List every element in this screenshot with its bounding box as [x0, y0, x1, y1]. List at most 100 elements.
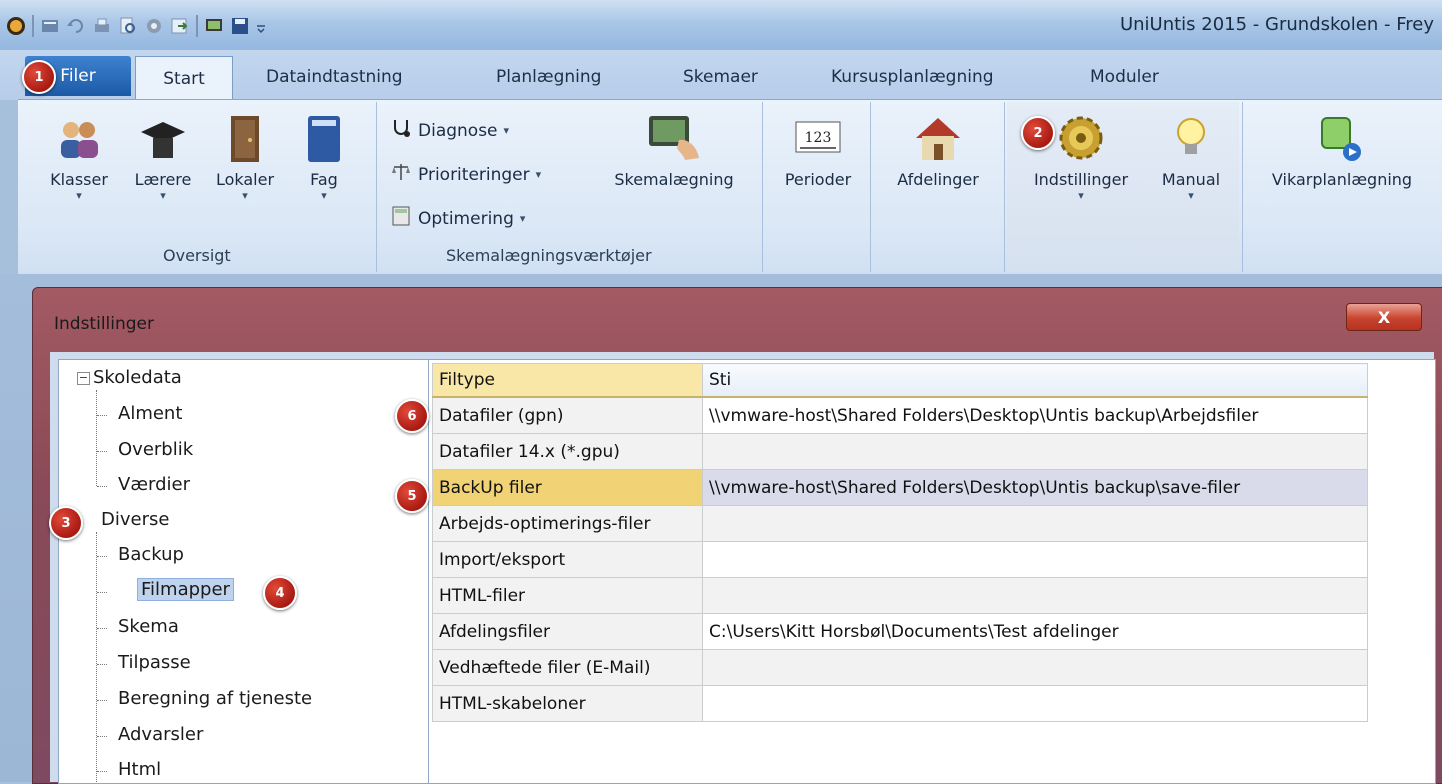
path-cell[interactable]: C:\Users\Kitt Horsbøl\Documents\Test afd…	[702, 613, 1368, 650]
export-icon[interactable]	[170, 16, 190, 36]
path-cell[interactable]: \\vmware-host\Shared Folders\Desktop\Unt…	[702, 469, 1368, 506]
tree-line	[96, 532, 97, 782]
print-icon[interactable]	[92, 16, 112, 36]
stethoscope-icon	[390, 117, 412, 144]
tree-item-beregning-af-tjeneste[interactable]: Beregning af tjeneste	[118, 688, 312, 709]
tab-planlaegning[interactable]: Planlægning	[496, 56, 601, 98]
house-icon	[912, 112, 964, 164]
group-label-oversigt: Oversigt	[163, 246, 231, 265]
new-file-icon[interactable]	[40, 16, 60, 36]
dialog-title: Indstillinger	[54, 314, 155, 334]
column-header-sti[interactable]: Sti	[702, 363, 1368, 398]
fag-button[interactable]: Fag ▾	[295, 112, 353, 202]
monitor-icon[interactable]	[204, 16, 224, 36]
chevron-down-icon: ▾	[76, 189, 82, 202]
perioder-button[interactable]: 123 Perioder	[770, 112, 866, 189]
diagnose-button[interactable]: Diagnose ▾	[390, 117, 509, 144]
path-cell[interactable]	[702, 577, 1368, 614]
perioder-label: Perioder	[784, 170, 852, 189]
table-row[interactable]: HTML-filer	[432, 577, 1368, 614]
tree-item-filmapper[interactable]: Filmapper	[137, 578, 234, 601]
filetype-cell[interactable]: Arbejds-optimerings-filer	[432, 505, 703, 542]
optimering-button[interactable]: Optimering ▾	[390, 205, 525, 232]
path-cell[interactable]: \\vmware-host\Shared Folders\Desktop\Unt…	[702, 396, 1368, 434]
tree-item-skoledata[interactable]: Skoledata	[93, 367, 182, 388]
collapse-icon[interactable]: −	[77, 372, 90, 385]
chevron-down-icon: ▾	[321, 189, 327, 202]
group-label-skemalaegningsvaerktoejer: Skemalægningsværktøjer	[446, 246, 652, 265]
table-row[interactable]: Vedhæftede filer (E-Mail)	[432, 649, 1368, 686]
group-separator	[1242, 102, 1243, 272]
perioder-icon-text: 123	[805, 130, 832, 146]
path-cell[interactable]	[702, 433, 1368, 470]
tree-line	[97, 415, 107, 416]
vikarplanlaegning-button[interactable]: Vikarplanlægning	[1250, 112, 1434, 189]
filetype-cell[interactable]: Import/eksport	[432, 541, 703, 578]
column-header-filtype[interactable]: Filtype	[432, 363, 703, 398]
toolbar-separator	[196, 15, 198, 37]
tree-line	[97, 486, 107, 487]
tree-item-overblik[interactable]: Overblik	[118, 439, 193, 460]
table-row[interactable]: Import/eksport	[432, 541, 1368, 578]
chevron-down-icon: ▾	[519, 212, 526, 225]
manual-button[interactable]: Manual ▾	[1150, 112, 1232, 202]
lokaler-button[interactable]: Lokaler ▾	[205, 112, 285, 202]
tree-item-advarsler[interactable]: Advarsler	[118, 724, 203, 745]
klasser-button[interactable]: Klasser ▾	[40, 112, 118, 202]
table-row[interactable]: Arbejds-optimerings-filer	[432, 505, 1368, 542]
file-folders-table: Filtype Sti Datafiler (gpn) \\vmware-hos…	[432, 363, 1368, 722]
path-cell[interactable]	[702, 649, 1368, 686]
settings-gear-icon[interactable]	[144, 16, 164, 36]
prioriteringer-button[interactable]: Prioriteringer ▾	[390, 161, 541, 188]
optimering-label: Optimering	[418, 208, 514, 229]
laerere-button[interactable]: Lærere ▾	[124, 112, 202, 202]
filetype-cell[interactable]: HTML-skabeloner	[432, 685, 703, 722]
path-cell[interactable]	[702, 541, 1368, 578]
callout-badge-5: 5	[395, 479, 429, 513]
filetype-cell[interactable]: HTML-filer	[432, 577, 703, 614]
filetype-cell[interactable]: BackUp filer	[432, 469, 703, 506]
table-row[interactable]: Datafiler 14.x (*.gpu)	[432, 433, 1368, 470]
door-icon	[219, 112, 271, 164]
print-preview-icon[interactable]	[118, 16, 138, 36]
save-icon[interactable]	[230, 16, 250, 36]
callout-badge-3: 3	[49, 506, 83, 540]
table-row[interactable]: HTML-skabeloner	[432, 685, 1368, 722]
path-cell[interactable]	[702, 685, 1368, 722]
filetype-cell[interactable]: Datafiler 14.x (*.gpu)	[432, 433, 703, 470]
touch-screen-icon	[639, 112, 709, 164]
chevron-down-icon: ▾	[535, 168, 542, 181]
filetype-cell[interactable]: Afdelingsfiler	[432, 613, 703, 650]
tree-item-tilpasse[interactable]: Tilpasse	[118, 652, 191, 673]
tab-moduler[interactable]: Moduler	[1090, 56, 1159, 98]
undo-icon[interactable]	[66, 16, 86, 36]
tab-kursusplanlaegning[interactable]: Kursusplanlægning	[831, 56, 994, 98]
tree-item-alment[interactable]: Alment	[118, 403, 182, 424]
tree-item-html[interactable]: Html	[118, 759, 161, 780]
tree-item-diverse[interactable]: Diverse	[101, 509, 169, 530]
group-separator	[1004, 102, 1005, 272]
laerere-label: Lærere	[134, 170, 192, 189]
tree-item-skema[interactable]: Skema	[118, 616, 179, 637]
table-row[interactable]: Datafiler (gpn) \\vmware-host\Shared Fol…	[432, 396, 1368, 434]
app-logo-icon[interactable]	[6, 16, 26, 36]
lokaler-label: Lokaler	[215, 170, 275, 189]
filetype-cell[interactable]: Vedhæftede filer (E-Mail)	[432, 649, 703, 686]
tab-start[interactable]: Start	[135, 56, 233, 101]
tree-line	[97, 771, 107, 772]
tab-skemaer[interactable]: Skemaer	[683, 56, 758, 98]
tab-dataindtastning[interactable]: Dataindtastning	[266, 56, 403, 98]
filetype-cell[interactable]: Datafiler (gpn)	[432, 396, 703, 434]
callout-badge-4: 4	[263, 576, 297, 610]
dialog-close-button[interactable]: X	[1346, 303, 1422, 331]
customize-toolbar-chevron-icon[interactable]	[256, 16, 266, 36]
scales-icon	[390, 161, 412, 188]
afdelinger-button[interactable]: Afdelinger	[878, 112, 998, 189]
tree-item-backup[interactable]: Backup	[118, 544, 184, 565]
path-cell[interactable]	[702, 505, 1368, 542]
tree-item-vaerdier[interactable]: Værdier	[118, 474, 190, 495]
table-row[interactable]: Afdelingsfiler C:\Users\Kitt Horsbøl\Doc…	[432, 613, 1368, 650]
table-row-selected[interactable]: BackUp filer \\vmware-host\Shared Folder…	[432, 469, 1368, 506]
callout-badge-1: 1	[22, 60, 56, 94]
skemalaegning-button[interactable]: Skemalægning	[594, 112, 754, 189]
